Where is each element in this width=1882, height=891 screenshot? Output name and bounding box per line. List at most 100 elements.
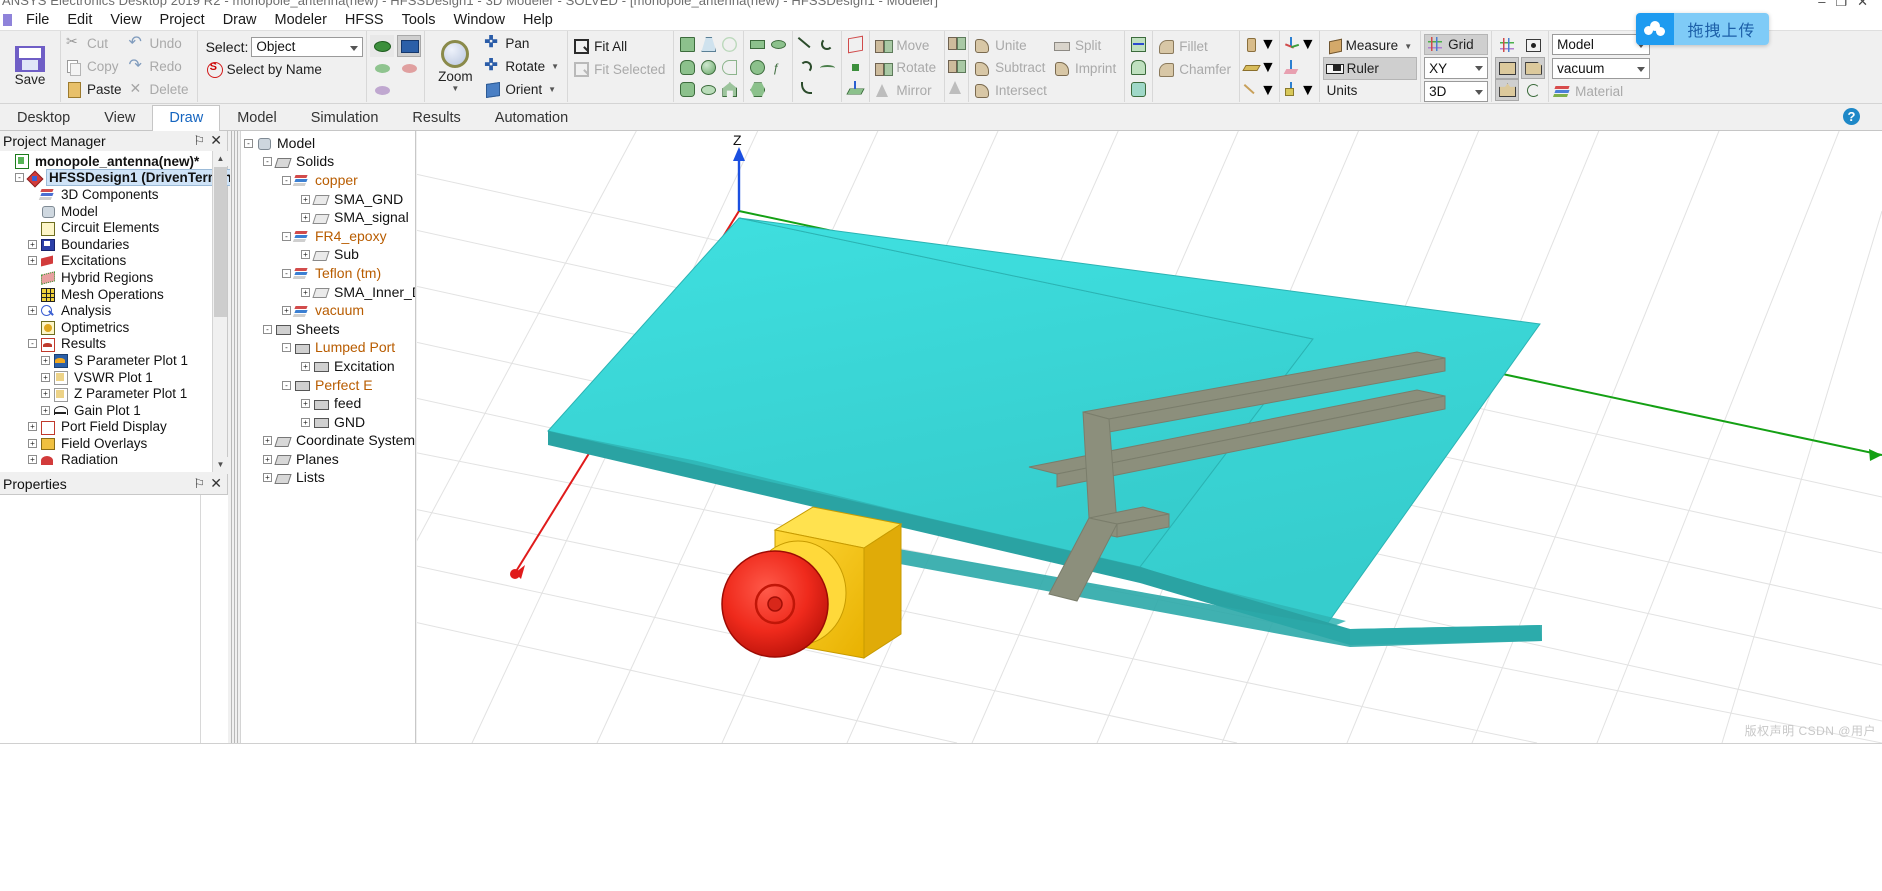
draw-equation-surface-icon[interactable]: ƒ [769,58,788,77]
grid-toggle[interactable]: Grid [1424,34,1489,56]
duplicate-along-line-icon[interactable] [948,34,967,51]
expand-icon[interactable]: + [301,287,310,297]
chevron-down-icon[interactable]: ▼ [548,85,556,94]
project-tree-item[interactable]: - Results [0,336,227,353]
model-tree-item[interactable]: - FR4_epoxy [242,227,415,246]
fillet-button[interactable]: Fillet [1156,35,1236,58]
fit-selected-button[interactable]: Fit Selected [571,58,670,81]
chevron-down-icon[interactable]: ▼ [1260,36,1276,54]
material-dropdown[interactable]: vacuum [1552,58,1651,79]
material-button[interactable]: Material [1552,81,1650,102]
collapse-icon[interactable]: - [244,138,253,148]
model-tree-item[interactable]: - Perfect E [242,376,415,395]
project-tree-item[interactable]: + Port Field Display [0,419,227,436]
draw-spline-icon[interactable] [818,58,837,77]
menu-modeler[interactable]: Modeler [266,11,336,29]
expand-icon[interactable]: + [301,417,310,427]
pin-icon[interactable]: ⚐ [193,476,205,492]
hide-objects-icon[interactable] [397,35,422,57]
menu-window[interactable]: Window [444,11,514,29]
maximize-button[interactable]: ❐ [1835,0,1857,9]
move-button[interactable]: Move [873,34,941,57]
orient-button[interactable]: Orient ▼ [482,78,564,101]
project-tree-item[interactable]: + S Parameter Plot 1 [0,352,227,369]
expand-icon[interactable]: + [301,250,310,260]
draw-arc-center-icon[interactable] [818,35,837,54]
expand-icon[interactable]: + [28,256,37,266]
expand-icon[interactable]: + [28,306,37,316]
project-tree-item[interactable]: Model [0,203,227,220]
draw-bend-icon[interactable] [720,58,739,77]
scroll-down-icon[interactable]: ▼ [213,457,228,472]
delete-button[interactable]: Delete [127,78,194,101]
duplicate-mirror-icon[interactable] [948,79,965,96]
expand-icon[interactable]: + [263,436,272,446]
model-tree-item[interactable]: - Sheets [242,320,415,339]
draw-torus-icon[interactable] [699,80,718,99]
show-selection-icon[interactable] [370,57,394,79]
select-by-name-button[interactable]: Select by Name [204,58,364,81]
expand-icon[interactable]: + [301,361,310,371]
draw-circle-icon[interactable] [748,58,767,77]
chevron-down-icon[interactable]: ▼ [551,62,559,71]
chamfer-button[interactable]: Chamfer [1156,58,1236,81]
redo-button[interactable]: Redo [127,55,194,78]
sweep-along-vector-icon[interactable] [1129,35,1148,54]
project-tree-item[interactable]: + Boundaries [0,236,227,253]
refresh-view-icon[interactable] [1521,79,1545,101]
draw-center-point-arc-icon[interactable] [797,80,816,99]
expand-icon[interactable]: + [28,455,37,465]
model-tree-item[interactable]: - Solids [242,153,415,172]
measure-button[interactable]: Measure ▼ [1323,35,1417,57]
model-tree-item[interactable]: + vacuum [242,301,415,320]
collapse-icon[interactable]: - [15,173,24,183]
project-tree-item[interactable]: + Field Overlays [0,435,227,452]
save-button[interactable]: Save [3,32,57,102]
draw-ellipse-icon[interactable] [769,35,788,54]
draw-helix-icon[interactable] [720,35,739,54]
select-mode-dropdown[interactable]: Object [251,36,364,57]
menu-view[interactable]: View [101,11,150,29]
collapse-icon[interactable]: - [282,268,291,278]
tab-automation[interactable]: Automation [478,105,585,131]
expand-icon[interactable]: + [301,399,310,409]
draw-region-icon[interactable] [846,35,865,54]
unite-button[interactable]: Unite [972,34,1052,57]
close-icon[interactable]: ✕ [210,132,222,149]
split-view-icon[interactable] [1521,56,1546,79]
sweep-around-axis-icon[interactable] [1129,58,1148,77]
draw-arc-3point-icon[interactable] [797,58,816,77]
single-view-icon[interactable] [1495,56,1520,79]
scroll-up-icon[interactable]: ▲ [213,151,228,166]
expand-icon[interactable]: + [41,372,50,382]
drag-upload-badge[interactable]: 拖拽上传 [1636,13,1769,45]
draw-regular-polyhedron-icon[interactable] [678,80,697,99]
collapse-icon[interactable]: - [282,231,291,241]
collapse-icon[interactable]: - [282,380,291,390]
pan-button[interactable]: Pan [482,32,564,55]
model-tree-item[interactable]: + Lists [242,469,415,488]
four-view-icon[interactable] [1495,79,1520,102]
tab-desktop[interactable]: Desktop [0,105,87,131]
show-all-objects-icon[interactable] [370,35,395,57]
close-icon[interactable]: ✕ [210,475,222,492]
move-edge-icon[interactable] [1243,82,1260,99]
cut-button[interactable]: Cut [64,32,127,55]
grid-plane-dropdown[interactable]: XY [1424,57,1489,79]
toggle-visibility-icon[interactable] [370,79,394,101]
model-tree-item[interactable]: - Teflon (tm) [242,264,415,283]
project-tree-item[interactable]: Optimetrics [0,319,227,336]
project-tree[interactable]: monopole_antenna(new)* - HFSSDesign1 (Driv… [0,151,251,468]
grid-settings-icon[interactable] [1495,34,1519,56]
project-tree-item[interactable]: + Z Parameter Plot 1 [0,385,227,402]
model-tree-item[interactable]: - Model [242,134,415,153]
project-tree-scrollbar[interactable]: ▲ ▼ [212,151,228,472]
draw-cone-icon[interactable] [699,35,718,54]
expand-icon[interactable]: + [28,438,37,448]
collapse-icon[interactable]: - [263,157,272,167]
expand-icon[interactable]: + [28,239,37,249]
create-relative-cs-icon[interactable] [1283,36,1300,54]
draw-plane-icon[interactable] [846,80,865,99]
draw-bondwire-icon[interactable] [720,80,739,99]
chevron-down-icon[interactable]: ▼ [1260,82,1276,100]
